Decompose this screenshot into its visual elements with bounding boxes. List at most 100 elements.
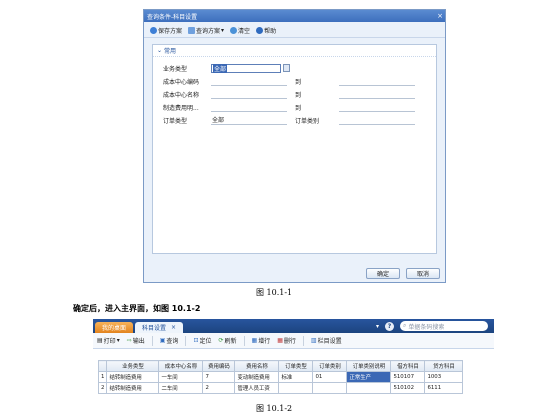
- chevron-down-icon: ▾: [116, 337, 120, 344]
- help-icon[interactable]: ?: [385, 321, 394, 331]
- row-number: 2: [97, 382, 108, 394]
- locate-label: 定位: [199, 338, 212, 345]
- query-button[interactable]: ▣ 查询: [160, 336, 179, 345]
- save-icon: [150, 26, 157, 34]
- tab-home[interactable]: 我的桌面: [95, 322, 134, 333]
- column-header[interactable]: 贷方科目: [424, 360, 464, 372]
- table-cell[interactable]: 7: [202, 371, 236, 383]
- table-cell[interactable]: [312, 382, 348, 394]
- table-cell[interactable]: [346, 382, 392, 394]
- dialog-toolbar: 保存方案 查询方案 ▾ 清空 帮助: [144, 23, 445, 38]
- column-header[interactable]: 订单类别说明: [346, 360, 392, 372]
- table-cell[interactable]: 510102: [390, 382, 426, 394]
- mfg-expense-from[interactable]: [211, 103, 287, 112]
- help-label: 帮助: [264, 27, 277, 35]
- cost-center-name-row: 成本中心名称 到: [163, 89, 433, 99]
- column-header[interactable]: 费用编码: [202, 360, 236, 372]
- mfg-expense-row: 制造费用明... 到: [163, 102, 433, 112]
- add-row-button[interactable]: ▦ 增行: [252, 336, 271, 345]
- column-header[interactable]: 订单类型: [278, 360, 314, 372]
- section-header[interactable]: ⌄ 常用: [153, 45, 436, 57]
- refresh-button[interactable]: ⟳ 刷新: [218, 336, 236, 345]
- to-label: 到: [295, 91, 302, 99]
- main-screen: 我的桌面 科目设置 × ▾ ? ⌕ 单据条码搜索 ▤ 打印 ▾ ⇨ 输出 ▣ 查询 ⊡ 定…: [93, 319, 494, 397]
- print-button[interactable]: ▤ 打印 ▾: [97, 336, 120, 345]
- dialog-titlebar: 查询条件-科目设置 ×: [144, 10, 445, 22]
- row-number-header: [97, 360, 108, 372]
- clear-icon: [230, 26, 238, 34]
- table-cell[interactable]: 标准: [278, 371, 314, 383]
- column-settings-button[interactable]: ▥ 栏目设置: [311, 336, 342, 345]
- mfg-expense-label: 制造费用明...: [163, 104, 199, 112]
- order-type-field[interactable]: 全部: [211, 116, 287, 125]
- dialog-title: 查询条件-科目设置: [147, 13, 198, 21]
- cancel-button[interactable]: 取消: [406, 268, 440, 279]
- table-cell[interactable]: 结转制造费用: [106, 382, 160, 394]
- ok-button[interactable]: 确定: [366, 268, 400, 279]
- tabbar-right: ▾ ? ⌕ 单据条码搜索: [376, 321, 488, 331]
- table-cell[interactable]: 2: [202, 382, 236, 394]
- query-scheme-button[interactable]: 查询方案 ▾: [188, 26, 224, 35]
- order-type-label: 订单类型: [163, 117, 188, 125]
- column-header[interactable]: 业务类型: [106, 360, 160, 372]
- delete-row-button[interactable]: ▦ 删行: [277, 336, 296, 345]
- cost-center-name-label: 成本中心名称: [163, 91, 200, 99]
- table-cell[interactable]: 一车间: [158, 371, 204, 383]
- close-icon[interactable]: ×: [171, 324, 176, 331]
- tab-subject-settings[interactable]: 科目设置 ×: [135, 322, 184, 333]
- query-conditions-dialog: 查询条件-科目设置 × 保存方案 查询方案 ▾ 清空 帮助 ⌄ 常用 业务类型 …: [143, 9, 446, 283]
- refresh-icon: ⟳: [218, 337, 224, 344]
- export-button[interactable]: ⇨ 输出: [127, 336, 145, 345]
- cost-center-code-row: 成本中心编码 到: [163, 76, 433, 86]
- cost-center-code-from[interactable]: [211, 77, 287, 86]
- locate-button[interactable]: ⊡ 定位: [193, 336, 211, 345]
- save-scheme-button[interactable]: 保存方案: [150, 26, 182, 35]
- table-cell[interactable]: 二车间: [158, 382, 204, 394]
- cost-center-name-from[interactable]: [211, 90, 287, 99]
- figure-caption-2: 图 10.1-2: [256, 404, 293, 413]
- table-cell[interactable]: 510107: [390, 371, 426, 383]
- dropdown-icon[interactable]: ▾: [376, 323, 379, 330]
- conditions-panel: ⌄ 常用 业务类型 全部 成本中心编码 到 成本中心名称 到 制造费用明... …: [152, 44, 437, 254]
- add-row-label: 增行: [258, 338, 271, 345]
- table-cell[interactable]: 变动制造费用: [234, 371, 280, 383]
- table-cell[interactable]: 1003: [424, 371, 464, 383]
- table-cell-selected[interactable]: 正常生产: [346, 371, 392, 383]
- cost-center-code-label: 成本中心编码: [163, 78, 200, 86]
- refresh-label: 刷新: [224, 338, 237, 345]
- mfg-expense-to[interactable]: [339, 103, 415, 112]
- table-cell[interactable]: [278, 382, 314, 394]
- business-type-field[interactable]: 全部: [211, 63, 281, 73]
- column-header[interactable]: 借方科目: [390, 360, 426, 372]
- cost-center-code-to[interactable]: [339, 77, 415, 86]
- subject-settings-table: 业务类型 成本中心名称 费用编码 费用名称 订单类型 订单类别 订单类别说明 借…: [97, 360, 464, 394]
- table-row[interactable]: 1 结转制造费用 一车间 7 变动制造费用 标准 01 正常生产 510107 …: [97, 371, 464, 383]
- tab-subject-settings-label: 科目设置: [142, 325, 167, 332]
- help-icon: [256, 26, 264, 34]
- close-icon[interactable]: ×: [435, 12, 445, 20]
- table-row[interactable]: 2 结转制造费用 二车间 2 管理人员工资 510102 6111: [97, 382, 464, 394]
- table-cell[interactable]: 6111: [424, 382, 464, 394]
- column-header[interactable]: 订单类别: [312, 360, 348, 372]
- clear-button[interactable]: 清空: [230, 26, 250, 35]
- barcode-search-input[interactable]: ⌕ 单据条码搜索: [400, 321, 488, 331]
- table-header-row: 业务类型 成本中心名称 费用编码 费用名称 订单类型 订单类别 订单类别说明 借…: [97, 360, 464, 372]
- column-header[interactable]: 成本中心名称: [158, 360, 204, 372]
- reference-icon[interactable]: [283, 64, 290, 72]
- export-label: 输出: [132, 338, 145, 345]
- figure-caption-1: 图 10.1-1: [256, 288, 293, 297]
- query-label: 查询: [166, 338, 179, 345]
- table-cell[interactable]: 管理人员工资: [234, 382, 280, 394]
- help-button[interactable]: 帮助: [256, 26, 276, 35]
- cost-center-name-to[interactable]: [339, 90, 415, 99]
- add-row-icon: ▦: [251, 337, 258, 344]
- table-cell[interactable]: 01: [312, 371, 348, 383]
- main-toolbar: ▤ 打印 ▾ ⇨ 输出 ▣ 查询 ⊡ 定位 ⟳ 刷新 ▦ 增行 ▦ 删行 ▥ 栏目设置: [93, 333, 494, 349]
- query-scheme-label: 查询方案: [196, 27, 221, 35]
- order-category-field[interactable]: [339, 116, 415, 125]
- clear-label: 清空: [238, 27, 251, 35]
- column-header[interactable]: 费用名称: [234, 360, 280, 372]
- search-placeholder: 单据条码搜索: [408, 323, 445, 331]
- table-cell[interactable]: 结转制造费用: [106, 371, 160, 383]
- save-scheme-label: 保存方案: [158, 27, 183, 35]
